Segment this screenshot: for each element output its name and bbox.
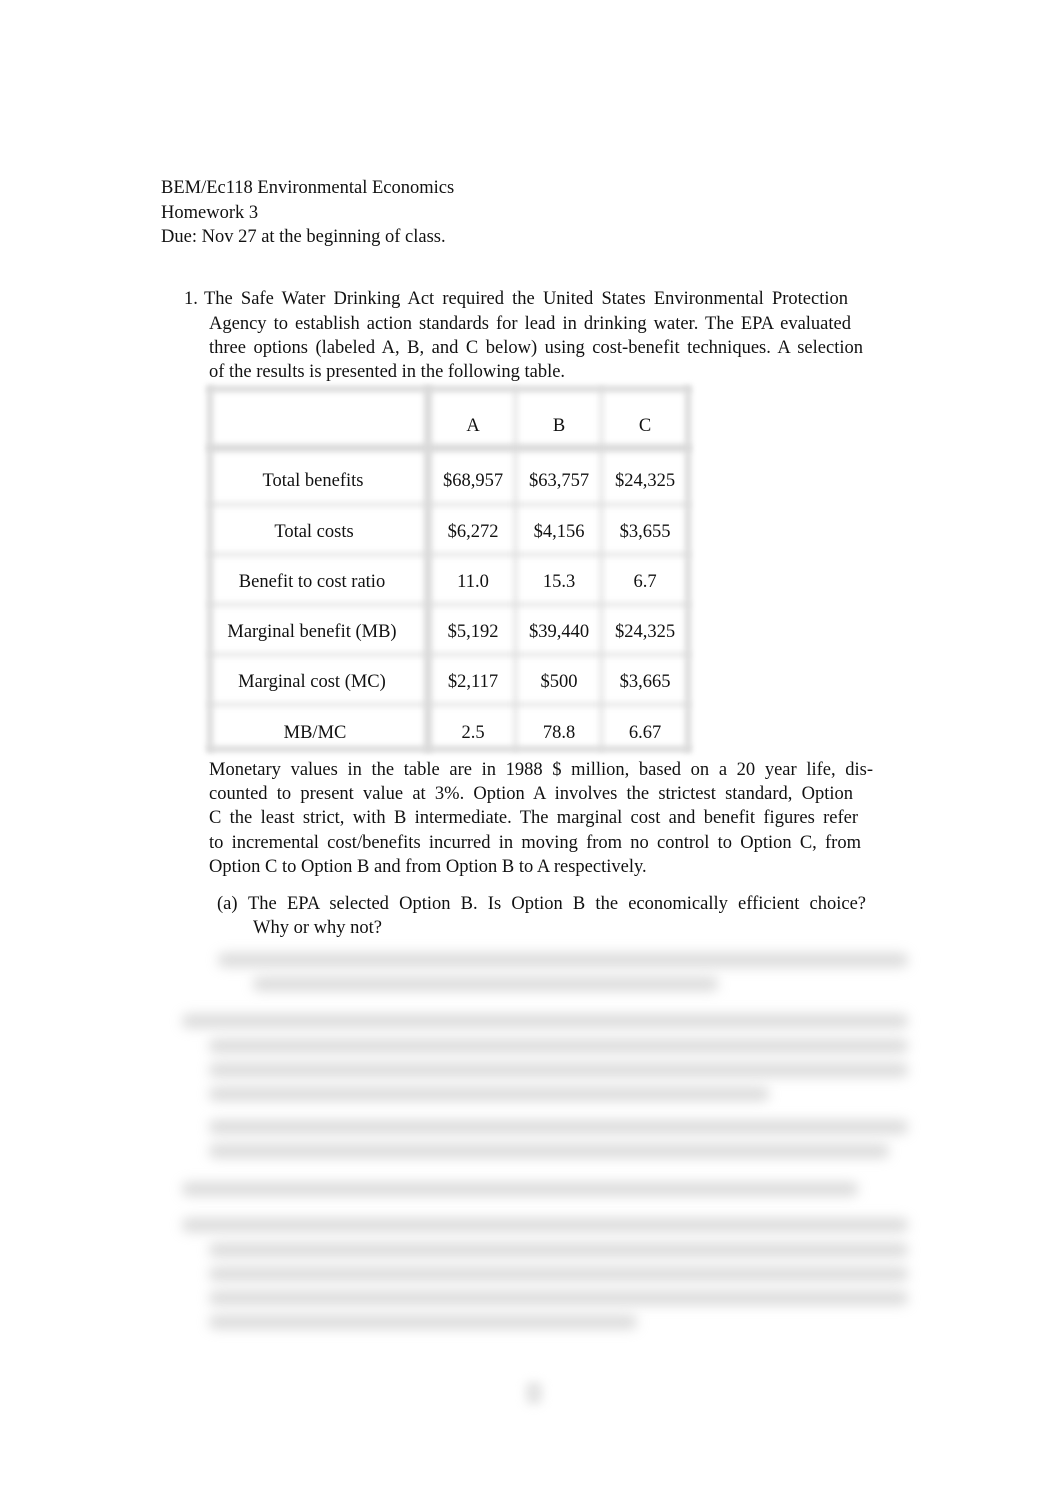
cell-value: 15.3 (542, 572, 576, 592)
cell-value: $68,957 (442, 471, 504, 491)
cell-value: 2.5 (461, 723, 485, 743)
table-border (685, 386, 691, 752)
part-line: The EPA selected Option B. Is Option B t… (248, 894, 866, 914)
blurred-text-line (209, 1087, 769, 1101)
cell-value: $2,117 (447, 672, 499, 692)
row-label: Total benefits (262, 471, 364, 491)
blurred-text-line (209, 1120, 908, 1134)
table-border (207, 552, 691, 557)
cell-value: $6,272 (447, 522, 499, 542)
note-line: Monetary values in the table are in 1988… (209, 760, 873, 780)
row-label: MB/MC (283, 723, 347, 743)
part-line: Why or why not? (253, 918, 382, 938)
intro-line: Agency to establish action standards for… (209, 314, 851, 334)
table-border (513, 386, 518, 752)
cell-value: $500 (540, 672, 578, 692)
blurred-text-line (209, 1144, 889, 1158)
table-border (207, 386, 691, 392)
table-border (207, 652, 691, 657)
blurred-text-line (209, 1291, 908, 1305)
cell-value: $5,192 (447, 622, 499, 642)
part-label: (a) (217, 894, 238, 914)
cell-value: 78.8 (542, 723, 576, 743)
question-number: 1. (184, 289, 198, 309)
note-line: Option C to Option B and from Option B t… (209, 857, 647, 877)
blurred-text-line (209, 1063, 908, 1077)
blurred-text-line (209, 1243, 908, 1257)
column-header-c: C (638, 416, 652, 436)
note-line: C the least strict, with B intermediate.… (209, 808, 858, 828)
cell-value: 6.67 (628, 723, 662, 743)
cell-value: $3,665 (619, 672, 671, 692)
cell-value: 11.0 (457, 572, 489, 592)
blurred-text-line (209, 1315, 637, 1329)
table-border (207, 702, 691, 707)
row-label: Benefit to cost ratio (238, 572, 386, 592)
cell-value: $3,655 (619, 522, 671, 542)
row-label: Marginal cost (MC) (238, 672, 386, 692)
cell-value: 6.7 (633, 572, 657, 592)
table-border (207, 746, 691, 752)
table-border (207, 386, 213, 752)
row-label: Total costs (274, 522, 354, 542)
assignment-title: Homework 3 (161, 203, 259, 223)
table-border (424, 386, 432, 752)
column-header-a: A (466, 416, 480, 436)
cost-benefit-table: A B C Total benefits $68,957 $63,757 $24… (207, 386, 691, 752)
intro-line: The Safe Water Drinking Act required the… (204, 289, 848, 309)
cell-value: $24,325 (614, 622, 676, 642)
intro-line: of the results is presented in the follo… (209, 362, 566, 382)
cell-value: $4,156 (533, 522, 585, 542)
table-border (207, 502, 691, 507)
course-title: BEM/Ec118 Environmental Economics (161, 178, 455, 198)
blurred-text-line (182, 1014, 908, 1028)
note-line: to incremental cost/benefits incurred in… (209, 833, 861, 853)
note-line: counted to present value at 3%. Option A… (209, 784, 853, 804)
table-border (207, 444, 691, 452)
due-date: Due: Nov 27 at the beginning of class. (161, 227, 446, 247)
table-border (599, 386, 604, 752)
cell-value: $63,757 (528, 471, 590, 491)
blurred-text-line (182, 1218, 908, 1232)
blurred-text-line (182, 1182, 858, 1196)
page-number (526, 1382, 542, 1404)
blurred-text-line (209, 1039, 908, 1053)
blurred-text-line (209, 1267, 908, 1281)
table-border (207, 602, 691, 607)
row-label: Marginal benefit (MB) (227, 622, 397, 642)
intro-line: three options (labeled A, B, and C below… (209, 338, 863, 358)
column-header-b: B (552, 416, 566, 436)
cell-value: $39,440 (528, 622, 590, 642)
blurred-text-line (253, 977, 718, 991)
cell-value: $24,325 (614, 471, 676, 491)
blurred-text-line (218, 953, 908, 967)
